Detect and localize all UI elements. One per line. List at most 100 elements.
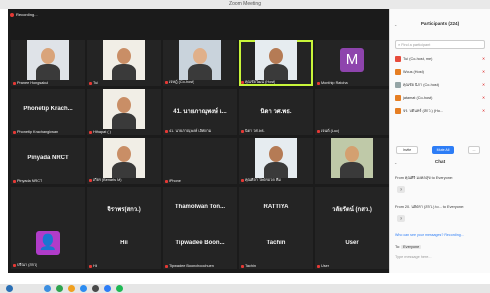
app-icon[interactable] [68, 285, 75, 292]
participant-tile[interactable]: Hii Hii [87, 223, 161, 269]
participant-list-item[interactable]: คุณชัย นิภา (Co-host) ✕ [395, 81, 485, 90]
muted-mic-icon: ✕ [481, 109, 485, 113]
participant-display-name: Thamolwan Ton... [174, 204, 226, 210]
chat-message-text: ? [397, 215, 405, 222]
participant-tile[interactable]: เจนต์ (Luc) [315, 89, 389, 135]
participant-tile[interactable]: Tipwadee Boon... Tipwadee Boonchoochuen [163, 223, 237, 269]
video-feed [103, 40, 145, 80]
muted-mic-icon [89, 81, 92, 85]
person-body [36, 64, 60, 80]
participant-name: เกียร (Benaris M) [93, 178, 122, 182]
video-feed [27, 40, 69, 80]
participant-name-label: เจษฎ์ (Co-host) [165, 79, 194, 85]
participant-tile[interactable]: คุณศิลา ไพตรอวด ทีม [239, 138, 313, 184]
participant-tile[interactable]: User User [315, 223, 389, 269]
participant-name: User [321, 264, 330, 268]
participant-list-name: jatamat (Co-host) [403, 96, 433, 100]
participant-tile[interactable]: Tachin Tachin [239, 223, 313, 269]
invite-button[interactable]: Invite [396, 146, 418, 154]
app-icon[interactable] [56, 285, 63, 292]
window-title: Zoom Meeting [229, 1, 261, 7]
participant-tile[interactable]: M Monthip Ratcha [315, 40, 389, 86]
participant-name: Pinyada NRCT [17, 179, 43, 183]
participant-tile[interactable]: 41. นายภาณุพงษ์ เ... 41. นายภาณุพงษ์ เลิศ… [163, 89, 237, 135]
participant-list-item[interactable]: jatamat (Co-host) ✕ [395, 94, 485, 103]
app-icon[interactable] [44, 285, 51, 292]
video-feed [331, 138, 373, 178]
participant-list-name: จร. บดินทร์ (สกว.) (Ho... [403, 109, 444, 113]
participant-search-input[interactable]: ⌕ Find a participant [395, 40, 485, 49]
participant-tile[interactable]: เกียร (Benaris M) [87, 138, 161, 184]
participant-list-item[interactable]: Wcus (Host) ✕ [395, 68, 485, 77]
person-body [264, 162, 288, 178]
person-head [345, 146, 359, 162]
muted-mic-icon [13, 263, 16, 267]
muted-mic-icon [89, 178, 92, 182]
participant-tile[interactable]: Phonetip Krach... Phonetip Krachangkwan [11, 89, 85, 135]
app-icon[interactable] [92, 285, 99, 292]
mute-all-button[interactable]: Mute All [432, 146, 454, 154]
muted-mic-icon [89, 264, 92, 268]
side-panel: ⌄ Participants (224) ⌕ Find a participan… [389, 9, 490, 273]
participant-display-name: 41. นายภาณุพงษ์ เ... [173, 109, 227, 115]
line-icon[interactable] [116, 285, 123, 292]
participant-name-label: Phonetip Krachangkwan [13, 130, 58, 134]
chat-message-sender: From คุณศิริ มงคลสุข to Everyone: [395, 176, 453, 180]
person-head [269, 48, 283, 64]
participant-list-name: Tui (Co-host, me) [403, 57, 433, 61]
participant-list-item[interactable]: จร. บดินทร์ (สกว.) (Ho... ✕ [395, 107, 485, 116]
participant-name: Tui [93, 81, 99, 85]
participant-display-name: Tachin [266, 240, 286, 246]
participant-name: Phonetip Krachangkwan [17, 130, 59, 134]
participant-tile[interactable]: Hthapat ( ) [87, 89, 161, 135]
participant-name: คุณศิลา ไพตรอวด ทีม [245, 178, 281, 182]
avatar: 👤 [36, 231, 60, 255]
video-feed [103, 138, 145, 178]
participant-name: Monthip Ratcha [321, 81, 348, 85]
participant-tile[interactable]: คุณชัยวัฒน์ (Host) [239, 40, 313, 86]
participant-tile[interactable]: นิดา วศ.พธ. นิดา วศ.พธ. [239, 89, 313, 135]
muted-mic-icon [165, 179, 168, 183]
participant-tile[interactable]: Tui [87, 40, 161, 86]
participant-display-name: Tipwadee Boon... [175, 240, 225, 246]
who-can-see-notice[interactable]: Who can see your messages? Recording... [395, 233, 487, 237]
recipient-select[interactable]: Everyone [401, 245, 422, 249]
participant-name: Tachin [245, 264, 256, 268]
participant-name: 41. นายภาณุพงษ์ เลิศยาม [169, 129, 212, 133]
participant-name: เจษฎ์ (Co-host) [169, 80, 195, 84]
chat-message-input[interactable]: Type message here... [395, 255, 432, 259]
person-body [112, 64, 136, 80]
muted-mic-icon [165, 80, 168, 84]
muted-mic-icon: ✕ [481, 83, 485, 87]
video-gallery: Recording... Pranee Hongsakul Tui เจษฎ์ (C… [8, 9, 389, 273]
avatar [395, 82, 401, 88]
more-button[interactable]: ... [468, 146, 480, 154]
video-feed [103, 89, 145, 129]
participant-tile[interactable]: เจษฎ์ (Co-host) [163, 40, 237, 86]
participant-tile[interactable]: Pinyada NRCT Pinyada NRCT [11, 138, 85, 184]
participant-display-name: RATTIYA [263, 204, 289, 210]
participant-name-label: User [317, 264, 329, 268]
avatar [395, 95, 401, 101]
zoom-icon[interactable] [104, 285, 111, 292]
avatar: M [340, 48, 364, 72]
participant-list-name: คุณชัย นิภา (Co-host) [403, 83, 440, 87]
participant-tile[interactable] [315, 138, 389, 184]
participant-name: เจนต์ (Luc) [321, 129, 340, 133]
muted-mic-icon: ✕ [481, 57, 485, 61]
person-body [112, 113, 136, 129]
recording-indicator: Recording... [10, 12, 38, 17]
app-icon[interactable] [80, 285, 87, 292]
participant-name: คุณชัยวัฒน์ (Host) [245, 80, 276, 84]
participant-name: ปรีณา (สกว) [17, 263, 38, 267]
participant-name: Tipwadee Boonchoochuen [169, 264, 214, 268]
participant-list-item[interactable]: Tui (Co-host, me) ✕ [395, 55, 485, 64]
start-icon[interactable] [6, 285, 13, 292]
participant-tile[interactable]: iPhone [163, 138, 237, 184]
participant-name-label: ปรีณา (สกว) [13, 262, 37, 268]
participant-tile[interactable]: Pranee Hongsakul [11, 40, 85, 86]
person-head [117, 48, 131, 64]
participant-name: Hii [93, 264, 98, 268]
participant-tile[interactable]: 👤 ปรีณา (สกว) [11, 223, 85, 269]
participant-display-name: จิราพร(สกว.) [107, 207, 141, 213]
